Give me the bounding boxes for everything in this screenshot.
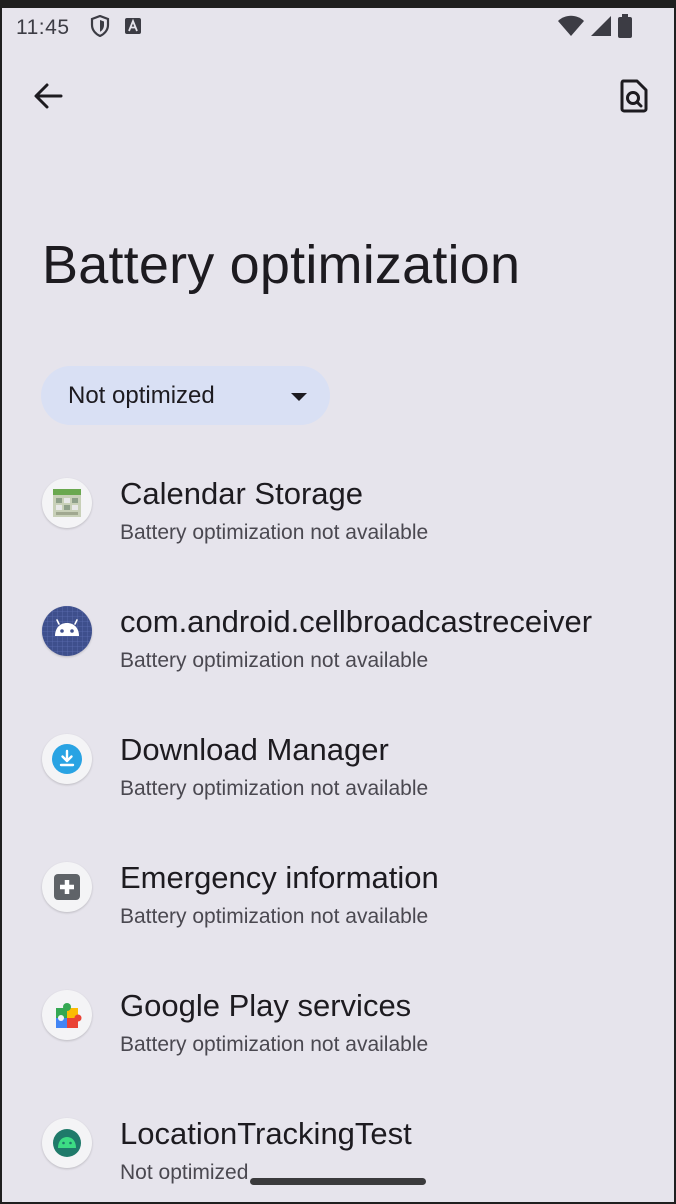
app-status: Battery optimization not available <box>120 777 429 800</box>
app-name: com.android.cellbroadcastreceiver <box>120 604 593 639</box>
app-name: LocationTrackingTest <box>120 1116 412 1151</box>
app-status: Battery optimization not available <box>120 649 429 672</box>
list-item[interactable]: Emergency information Battery optimizati… <box>2 842 674 970</box>
status-left-icons <box>90 14 142 42</box>
status-bar: 11:45 <box>2 8 674 48</box>
search-page-icon <box>620 79 648 113</box>
dropdown-arrow-icon <box>291 393 307 401</box>
app-name: Download Manager <box>120 732 389 767</box>
arrow-back-icon <box>34 83 63 109</box>
app-status: Battery optimization not available <box>120 521 429 544</box>
list-item[interactable]: Google Play services Battery optimizatio… <box>2 970 674 1098</box>
back-button[interactable] <box>24 72 72 120</box>
search-settings-button[interactable] <box>610 72 658 120</box>
medical-cross-icon <box>42 862 92 912</box>
navigation-handle[interactable] <box>250 1178 426 1185</box>
list-item[interactable]: LocationTrackingTest Not optimized <box>2 1098 674 1202</box>
keyboard-a-icon <box>124 17 142 40</box>
status-right-icons <box>558 13 632 43</box>
list-item[interactable]: Calendar Storage Battery optimization no… <box>2 458 674 586</box>
status-time: 11:45 <box>16 16 70 39</box>
cell-signal-icon <box>590 15 612 42</box>
list-item[interactable]: Download Manager Battery optimization no… <box>2 714 674 842</box>
shield-icon <box>90 14 110 42</box>
page-title: Battery optimization <box>42 235 521 295</box>
app-status: Not optimized <box>120 1161 249 1184</box>
list-item[interactable]: com.android.cellbroadcastreceiver Batter… <box>2 586 674 714</box>
app-status: Battery optimization not available <box>120 905 429 928</box>
download-icon <box>42 734 92 784</box>
settings-screen: 11:45 Battery optimization Not optimized… <box>2 8 674 1202</box>
filter-selected-label: Not optimized <box>68 382 215 409</box>
filter-dropdown[interactable]: Not optimized <box>41 366 330 425</box>
app-name: Calendar Storage <box>120 476 363 511</box>
app-status: Battery optimization not available <box>120 1033 429 1056</box>
battery-icon <box>618 13 632 43</box>
android-default-icon <box>42 606 92 656</box>
app-name: Google Play services <box>120 988 412 1023</box>
calendar-storage-icon <box>42 478 92 528</box>
app-name: Emergency information <box>120 860 439 895</box>
android-test-icon <box>42 1118 92 1168</box>
wifi-icon <box>558 15 584 42</box>
puzzle-icon <box>42 990 92 1040</box>
